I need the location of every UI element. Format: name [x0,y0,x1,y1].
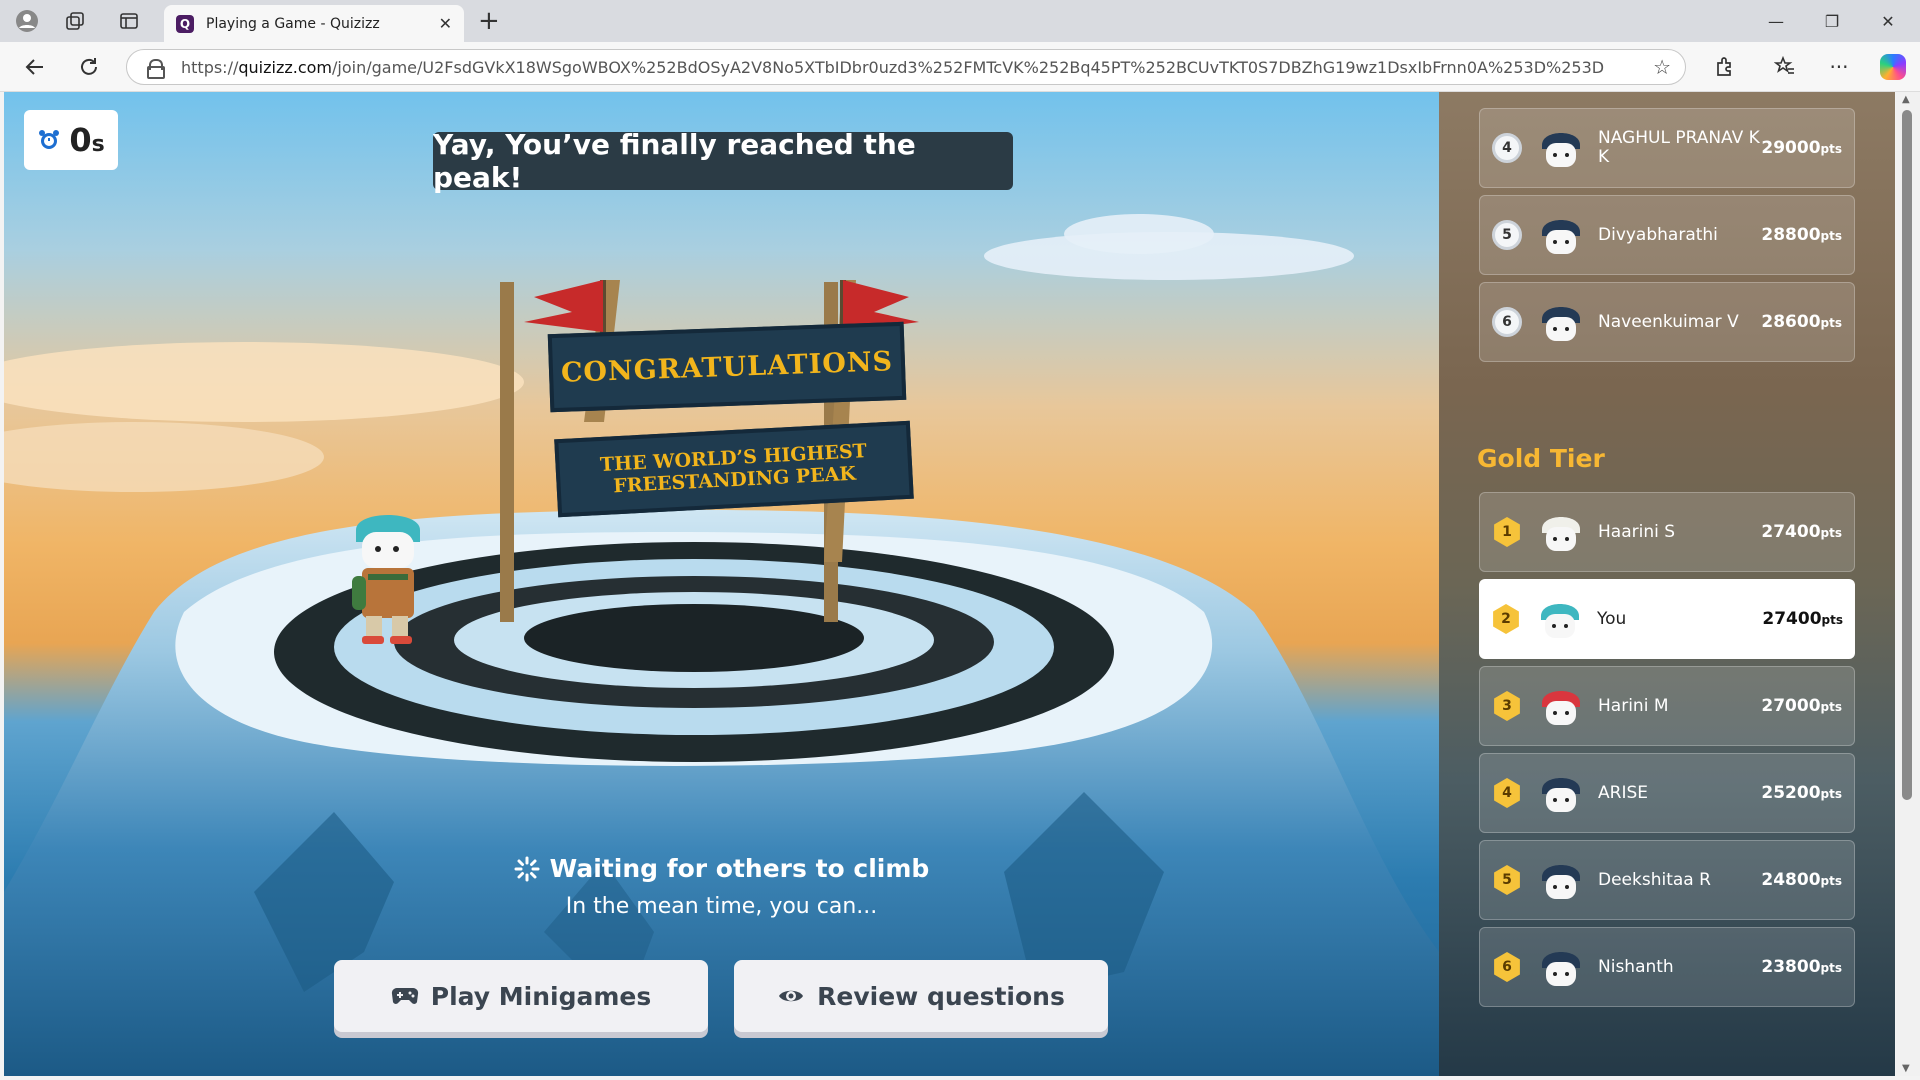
profile-icon[interactable] [12,7,42,35]
rank-badge: 4 [1492,133,1522,163]
game-scene: CONGRATULATIONS THE WORLD’S HIGHEST FREE… [4,92,1439,1076]
player-name: Deekshitaa R [1598,869,1711,890]
scroll-down-icon[interactable]: ▼ [1902,1063,1910,1074]
leaderboard-row: 5 Deekshitaa R 24800pts [1479,840,1855,920]
timer-value: 0s [69,121,105,159]
player-points: 23800pts [1761,957,1842,977]
waiting-subtitle: In the mean time, you can... [565,893,878,919]
close-icon[interactable]: ✕ [1860,6,1916,36]
rank-badge: 6 [1494,952,1520,982]
rank-badge: 1 [1494,517,1520,547]
waiting-title: Waiting for others to climb [514,854,930,883]
url-field[interactable]: https://quizizz.com/join/game/U2FsdGVkX1… [126,49,1686,85]
scrollbar-thumb[interactable] [1902,110,1912,800]
back-icon[interactable] [20,52,50,82]
player-points: 29000pts [1761,138,1842,158]
player-name: Haarini S [1598,521,1676,542]
leaderboard-row: 1 Haarini S 27400pts [1479,492,1855,572]
favorites-icon[interactable] [1768,52,1802,82]
peak-reached-banner: Yay, You’ve finally reached the peak! [433,128,1013,194]
player-points: 24800pts [1761,870,1842,890]
gold-tier-title: Gold Tier [1477,444,1605,473]
address-bar-row: https://quizizz.com/join/game/U2FsdGVkX1… [0,42,1920,92]
url-text: https://quizizz.com/join/game/U2FsdGVkX1… [181,57,1605,77]
player-avatar [1541,604,1579,638]
review-questions-label: Review questions [817,981,1065,1011]
congratulations-sign: CONGRATULATIONS [547,321,907,413]
player-name: Harini M [1598,695,1669,716]
player-avatar [1542,865,1580,899]
leaderboard-row: 6 Naveenkuimar V 28600pts [1479,282,1855,362]
review-questions-button[interactable]: Review questions [734,960,1108,1032]
leaderboard-row: 5 Divyabharathi 28800pts [1479,195,1855,275]
minimize-icon[interactable]: — [1748,6,1804,36]
player-avatar [1542,220,1580,254]
tab-title: Playing a Game - Quizizz [206,15,380,32]
sign-top-text: CONGRATULATIONS [560,345,894,389]
rank-badge: 5 [1494,865,1520,895]
climber-avatar [352,515,420,644]
eye-icon [779,990,804,1002]
lock-icon[interactable] [147,59,165,79]
tab-actions-icon[interactable] [114,7,144,35]
player-avatar [1542,952,1580,986]
more-icon[interactable]: ··· [1822,52,1856,82]
active-tab[interactable]: Q Playing a Game - Quizizz ✕ [164,5,464,42]
play-minigames-button[interactable]: Play Minigames [334,960,708,1032]
player-avatar [1542,691,1580,725]
player-points: 27400pts [1762,609,1843,629]
refresh-icon[interactable] [74,52,104,82]
player-name: Nishanth [1598,956,1674,977]
extensions-icon[interactable] [1708,52,1742,82]
quizizz-favicon-icon: Q [176,14,194,33]
waiting-section: Waiting for others to climb In the mean … [4,854,1439,919]
leaderboard-panel: 4 NAGHUL PRANAV K K 29000pts 5 Divyabharathi… [1439,92,1895,1076]
player-name: Naveenkuimar V [1598,311,1739,332]
leaderboard-row: 6 Nishanth 23800pts [1479,927,1855,1007]
leaderboard-row: 4 ARISE 25200pts [1479,753,1855,833]
play-minigames-label: Play Minigames [430,981,652,1011]
player-avatar [1542,307,1580,341]
new-tab-icon[interactable]: + [478,6,500,36]
waiting-title-text: Waiting for others to climb [549,854,930,883]
favorite-star-icon[interactable]: ☆ [1653,55,1671,79]
restore-icon[interactable]: ❐ [1804,6,1860,36]
leaderboard-row: 4 NAGHUL PRANAV K K 29000pts [1479,108,1855,188]
player-points: 28600pts [1761,312,1842,332]
player-avatar [1542,133,1580,167]
browser-tab-bar: Q Playing a Game - Quizizz ✕ + — ❐ ✕ [0,0,1920,42]
close-tab-icon[interactable]: ✕ [439,14,452,33]
leaderboard-row: 3 Harini M 27000pts [1479,666,1855,746]
rank-badge: 3 [1494,691,1520,721]
workspaces-icon[interactable] [60,7,90,35]
rank-badge: 6 [1492,307,1522,337]
player-name: NAGHUL PRANAV K K [1598,128,1760,167]
gamepad-icon [391,987,418,1004]
loading-spinner-icon [514,856,540,881]
rank-badge: 5 [1492,220,1522,250]
scroll-up-icon[interactable]: ▲ [1902,94,1910,105]
player-points: 27400pts [1761,522,1842,542]
player-name: ARISE [1598,782,1648,803]
alarm-clock-icon [39,130,60,149]
player-avatar [1542,778,1580,812]
mountain-illustration [4,280,1439,1076]
player-points: 25200pts [1761,783,1842,803]
player-name: You [1597,608,1627,629]
player-points: 28800pts [1761,225,1842,245]
rank-badge: 4 [1494,778,1520,808]
leaderboard-row-you: 2 You 27400pts [1479,579,1855,659]
copilot-icon[interactable] [1876,52,1910,82]
timer-badge: 0s [24,110,118,170]
player-name: Divyabharathi [1598,224,1718,245]
page-scrollbar[interactable]: ▲ ▼ [1896,92,1920,1076]
player-avatar [1542,517,1580,551]
player-points: 27000pts [1761,696,1842,716]
rank-badge: 2 [1493,604,1519,634]
